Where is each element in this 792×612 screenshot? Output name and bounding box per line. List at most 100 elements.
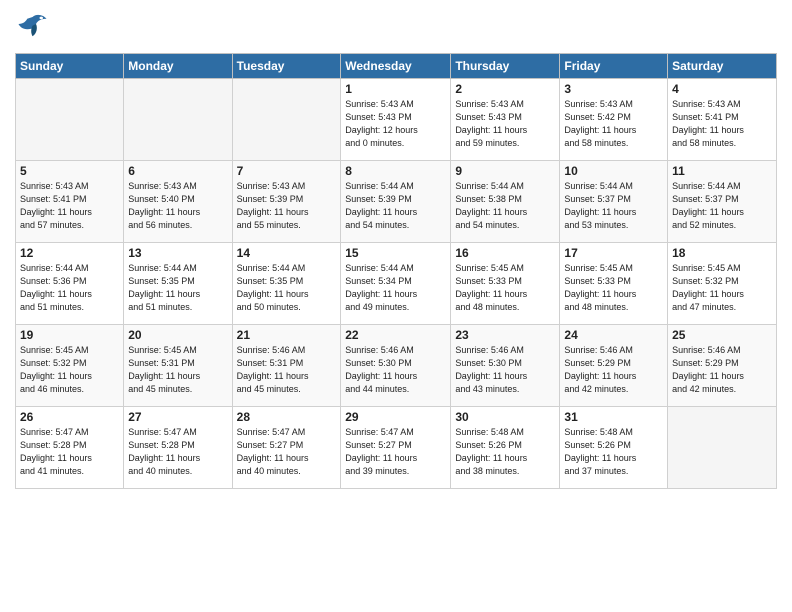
calendar-cell: 21 Sunrise: 5:46 AM Sunset: 5:31 PM Dayli…	[232, 325, 341, 407]
calendar-header-row: SundayMondayTuesdayWednesdayThursdayFrid…	[16, 54, 777, 79]
weekday-header-wednesday: Wednesday	[341, 54, 451, 79]
day-number: 25	[672, 328, 772, 342]
calendar-cell: 17Sunrise: 5:45 AM Sunset: 5:33 PM Dayli…	[560, 243, 668, 325]
day-number: 21	[237, 328, 337, 342]
day-number: 20	[128, 328, 227, 342]
logo-icon	[15, 10, 50, 45]
day-info: Sunrise: 5:46 AM Sunset: 5:31 PM Dayligh…	[237, 344, 337, 396]
day-info: Sunrise: 5:48 AM Sunset: 5:26 PM Dayligh…	[455, 426, 555, 478]
calendar-body: 1 Sunrise: 5:43 AM Sunset: 5:43 PM Daylig…	[16, 79, 777, 489]
day-number: 26	[20, 410, 119, 424]
day-number: 19	[20, 328, 119, 342]
day-number: 4	[672, 82, 772, 96]
calendar-cell: 4 Sunrise: 5:43 AM Sunset: 5:41 PM Daylig…	[668, 79, 777, 161]
day-number: 17	[564, 246, 663, 260]
day-number: 28	[237, 410, 337, 424]
calendar-cell: 28 Sunrise: 5:47 AM Sunset: 5:27 PM Dayli…	[232, 407, 341, 489]
day-number: 10	[564, 164, 663, 178]
calendar-cell: 1 Sunrise: 5:43 AM Sunset: 5:43 PM Daylig…	[341, 79, 451, 161]
day-info: Sunrise: 5:44 AM Sunset: 5:35 PM Dayligh…	[128, 262, 227, 314]
calendar-cell	[124, 79, 232, 161]
day-info: Sunrise: 5:43 AM Sunset: 5:40 PM Dayligh…	[128, 180, 227, 232]
day-number: 15	[345, 246, 446, 260]
day-info: Sunrise: 5:47 AM Sunset: 5:27 PM Dayligh…	[237, 426, 337, 478]
day-info: Sunrise: 5:46 AM Sunset: 5:30 PM Dayligh…	[345, 344, 446, 396]
day-info: Sunrise: 5:43 AM Sunset: 5:42 PM Dayligh…	[564, 98, 663, 150]
day-info: Sunrise: 5:45 AM Sunset: 5:32 PM Dayligh…	[672, 262, 772, 314]
calendar-cell: 22 Sunrise: 5:46 AM Sunset: 5:30 PM Dayli…	[341, 325, 451, 407]
calendar-cell: 18 Sunrise: 5:45 AM Sunset: 5:32 PM Dayli…	[668, 243, 777, 325]
day-number: 16	[455, 246, 555, 260]
day-number: 31	[564, 410, 663, 424]
day-info: Sunrise: 5:44 AM Sunset: 5:34 PM Dayligh…	[345, 262, 446, 314]
calendar-cell: 31Sunrise: 5:48 AM Sunset: 5:26 PM Dayli…	[560, 407, 668, 489]
calendar-cell: 19 Sunrise: 5:45 AM Sunset: 5:32 PM Dayli…	[16, 325, 124, 407]
calendar-cell: 10 Sunrise: 5:44 AM Sunset: 5:37 PM Dayli…	[560, 161, 668, 243]
calendar-cell: 5 Sunrise: 5:43 AM Sunset: 5:41 PM Daylig…	[16, 161, 124, 243]
calendar: SundayMondayTuesdayWednesdayThursdayFrid…	[15, 53, 777, 489]
day-info: Sunrise: 5:43 AM Sunset: 5:41 PM Dayligh…	[672, 98, 772, 150]
calendar-cell: 25Sunrise: 5:46 AM Sunset: 5:29 PM Dayli…	[668, 325, 777, 407]
day-number: 1	[345, 82, 446, 96]
calendar-cell: 23Sunrise: 5:46 AM Sunset: 5:30 PM Dayli…	[451, 325, 560, 407]
calendar-week-2: 12 Sunrise: 5:44 AM Sunset: 5:36 PM Dayli…	[16, 243, 777, 325]
calendar-cell: 11 Sunrise: 5:44 AM Sunset: 5:37 PM Dayli…	[668, 161, 777, 243]
day-number: 6	[128, 164, 227, 178]
calendar-cell: 15 Sunrise: 5:44 AM Sunset: 5:34 PM Dayli…	[341, 243, 451, 325]
day-info: Sunrise: 5:45 AM Sunset: 5:32 PM Dayligh…	[20, 344, 119, 396]
day-number: 12	[20, 246, 119, 260]
logo	[15, 10, 50, 45]
day-info: Sunrise: 5:44 AM Sunset: 5:37 PM Dayligh…	[564, 180, 663, 232]
day-info: Sunrise: 5:44 AM Sunset: 5:38 PM Dayligh…	[455, 180, 555, 232]
calendar-cell: 3 Sunrise: 5:43 AM Sunset: 5:42 PM Daylig…	[560, 79, 668, 161]
calendar-cell: 12 Sunrise: 5:44 AM Sunset: 5:36 PM Dayli…	[16, 243, 124, 325]
day-info: Sunrise: 5:43 AM Sunset: 5:39 PM Dayligh…	[237, 180, 337, 232]
calendar-cell	[16, 79, 124, 161]
header	[15, 10, 777, 45]
day-number: 2	[455, 82, 555, 96]
day-number: 13	[128, 246, 227, 260]
day-info: Sunrise: 5:44 AM Sunset: 5:36 PM Dayligh…	[20, 262, 119, 314]
day-number: 27	[128, 410, 227, 424]
day-number: 24	[564, 328, 663, 342]
calendar-cell: 30 Sunrise: 5:48 AM Sunset: 5:26 PM Dayli…	[451, 407, 560, 489]
day-info: Sunrise: 5:44 AM Sunset: 5:39 PM Dayligh…	[345, 180, 446, 232]
day-number: 5	[20, 164, 119, 178]
calendar-cell: 26 Sunrise: 5:47 AM Sunset: 5:28 PM Dayli…	[16, 407, 124, 489]
day-number: 23	[455, 328, 555, 342]
day-info: Sunrise: 5:44 AM Sunset: 5:35 PM Dayligh…	[237, 262, 337, 314]
calendar-week-4: 26 Sunrise: 5:47 AM Sunset: 5:28 PM Dayli…	[16, 407, 777, 489]
day-info: Sunrise: 5:43 AM Sunset: 5:41 PM Dayligh…	[20, 180, 119, 232]
weekday-header-sunday: Sunday	[16, 54, 124, 79]
day-info: Sunrise: 5:45 AM Sunset: 5:31 PM Dayligh…	[128, 344, 227, 396]
calendar-cell: 7 Sunrise: 5:43 AM Sunset: 5:39 PM Daylig…	[232, 161, 341, 243]
day-number: 30	[455, 410, 555, 424]
calendar-cell: 16Sunrise: 5:45 AM Sunset: 5:33 PM Dayli…	[451, 243, 560, 325]
calendar-cell: 9Sunrise: 5:44 AM Sunset: 5:38 PM Daylig…	[451, 161, 560, 243]
day-info: Sunrise: 5:47 AM Sunset: 5:27 PM Dayligh…	[345, 426, 446, 478]
weekday-header-saturday: Saturday	[668, 54, 777, 79]
day-number: 18	[672, 246, 772, 260]
day-number: 7	[237, 164, 337, 178]
calendar-cell: 6 Sunrise: 5:43 AM Sunset: 5:40 PM Daylig…	[124, 161, 232, 243]
weekday-header-monday: Monday	[124, 54, 232, 79]
weekday-header-friday: Friday	[560, 54, 668, 79]
calendar-cell: 14 Sunrise: 5:44 AM Sunset: 5:35 PM Dayli…	[232, 243, 341, 325]
calendar-cell: 2Sunrise: 5:43 AM Sunset: 5:43 PM Daylig…	[451, 79, 560, 161]
weekday-header-tuesday: Tuesday	[232, 54, 341, 79]
day-number: 14	[237, 246, 337, 260]
day-number: 8	[345, 164, 446, 178]
day-number: 11	[672, 164, 772, 178]
day-info: Sunrise: 5:44 AM Sunset: 5:37 PM Dayligh…	[672, 180, 772, 232]
calendar-cell: 13 Sunrise: 5:44 AM Sunset: 5:35 PM Dayli…	[124, 243, 232, 325]
weekday-header-thursday: Thursday	[451, 54, 560, 79]
calendar-cell: 8 Sunrise: 5:44 AM Sunset: 5:39 PM Daylig…	[341, 161, 451, 243]
calendar-cell: 24Sunrise: 5:46 AM Sunset: 5:29 PM Dayli…	[560, 325, 668, 407]
day-info: Sunrise: 5:47 AM Sunset: 5:28 PM Dayligh…	[20, 426, 119, 478]
day-number: 3	[564, 82, 663, 96]
day-number: 22	[345, 328, 446, 342]
day-info: Sunrise: 5:43 AM Sunset: 5:43 PM Dayligh…	[345, 98, 446, 150]
calendar-cell	[668, 407, 777, 489]
calendar-cell	[232, 79, 341, 161]
calendar-cell: 29Sunrise: 5:47 AM Sunset: 5:27 PM Dayli…	[341, 407, 451, 489]
